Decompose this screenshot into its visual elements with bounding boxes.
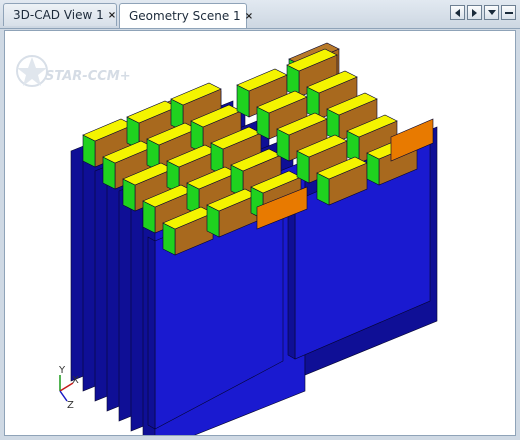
minimize-icon[interactable]: [501, 5, 516, 20]
close-icon[interactable]: ×: [108, 10, 116, 21]
close-icon[interactable]: ×: [245, 11, 253, 22]
axis-y-label: Y: [58, 365, 66, 376]
dropdown-icon[interactable]: [484, 5, 499, 20]
tab-geometry-scene[interactable]: Geometry Scene 1 ×: [119, 3, 253, 28]
logo-text: STAR-CCM+: [45, 69, 131, 84]
arrow-left-icon[interactable]: [450, 5, 465, 20]
geometry-scene-window: 3D-CAD View 1 × Geometry Scene 1 × STAR-…: [0, 0, 520, 440]
cell-face: [287, 196, 296, 360]
axis-z-label: Z: [67, 400, 74, 411]
tab-bar: 3D-CAD View 1 × Geometry Scene 1 ×: [0, 0, 520, 29]
star-ccm-logo: STAR-CCM+: [16, 55, 131, 87]
arrow-right-icon[interactable]: [467, 5, 482, 20]
tab-label: Geometry Scene 1: [129, 9, 241, 23]
tab-label: 3D-CAD View 1: [13, 8, 104, 22]
battery-pack-render[interactable]: STAR-CCM+ Y X Z: [5, 31, 515, 435]
cell-face: [147, 236, 156, 430]
window-controls: [450, 5, 516, 20]
tab-3d-cad-view[interactable]: 3D-CAD View 1 ×: [3, 3, 117, 26]
scene-viewport[interactable]: STAR-CCM+ Y X Z: [4, 30, 516, 436]
axis-x-label: X: [72, 375, 79, 386]
